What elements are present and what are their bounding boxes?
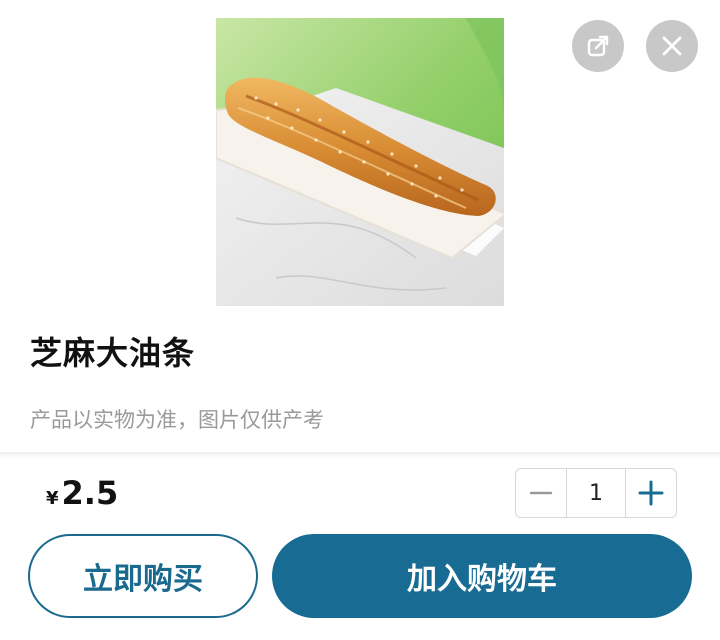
product-image xyxy=(216,18,504,306)
product-name: 芝麻大油条 xyxy=(30,334,196,372)
product-detail-sheet: 芝麻大油条 产品以实物为准，图片仅供产考 ¥ 2.5 1 立即购买 加入购物车 xyxy=(0,0,720,640)
minus-icon xyxy=(529,491,553,495)
close-button[interactable] xyxy=(646,20,698,72)
currency-symbol: ¥ xyxy=(46,488,59,509)
decrease-quantity-button[interactable] xyxy=(516,469,566,517)
quantity-value[interactable]: 1 xyxy=(566,469,626,517)
add-to-cart-button[interactable]: 加入购物车 xyxy=(272,534,692,618)
share-button[interactable] xyxy=(572,20,624,72)
close-icon xyxy=(662,36,682,56)
price-value: 2.5 xyxy=(61,474,119,512)
plus-icon xyxy=(638,480,664,506)
quantity-stepper: 1 xyxy=(515,468,677,518)
increase-quantity-button[interactable] xyxy=(626,469,676,517)
price: ¥ 2.5 xyxy=(46,474,118,512)
share-icon xyxy=(587,35,609,57)
buy-now-button[interactable]: 立即购买 xyxy=(28,534,258,618)
section-divider xyxy=(0,452,720,458)
product-disclaimer: 产品以实物为准，图片仅供产考 xyxy=(30,408,324,432)
